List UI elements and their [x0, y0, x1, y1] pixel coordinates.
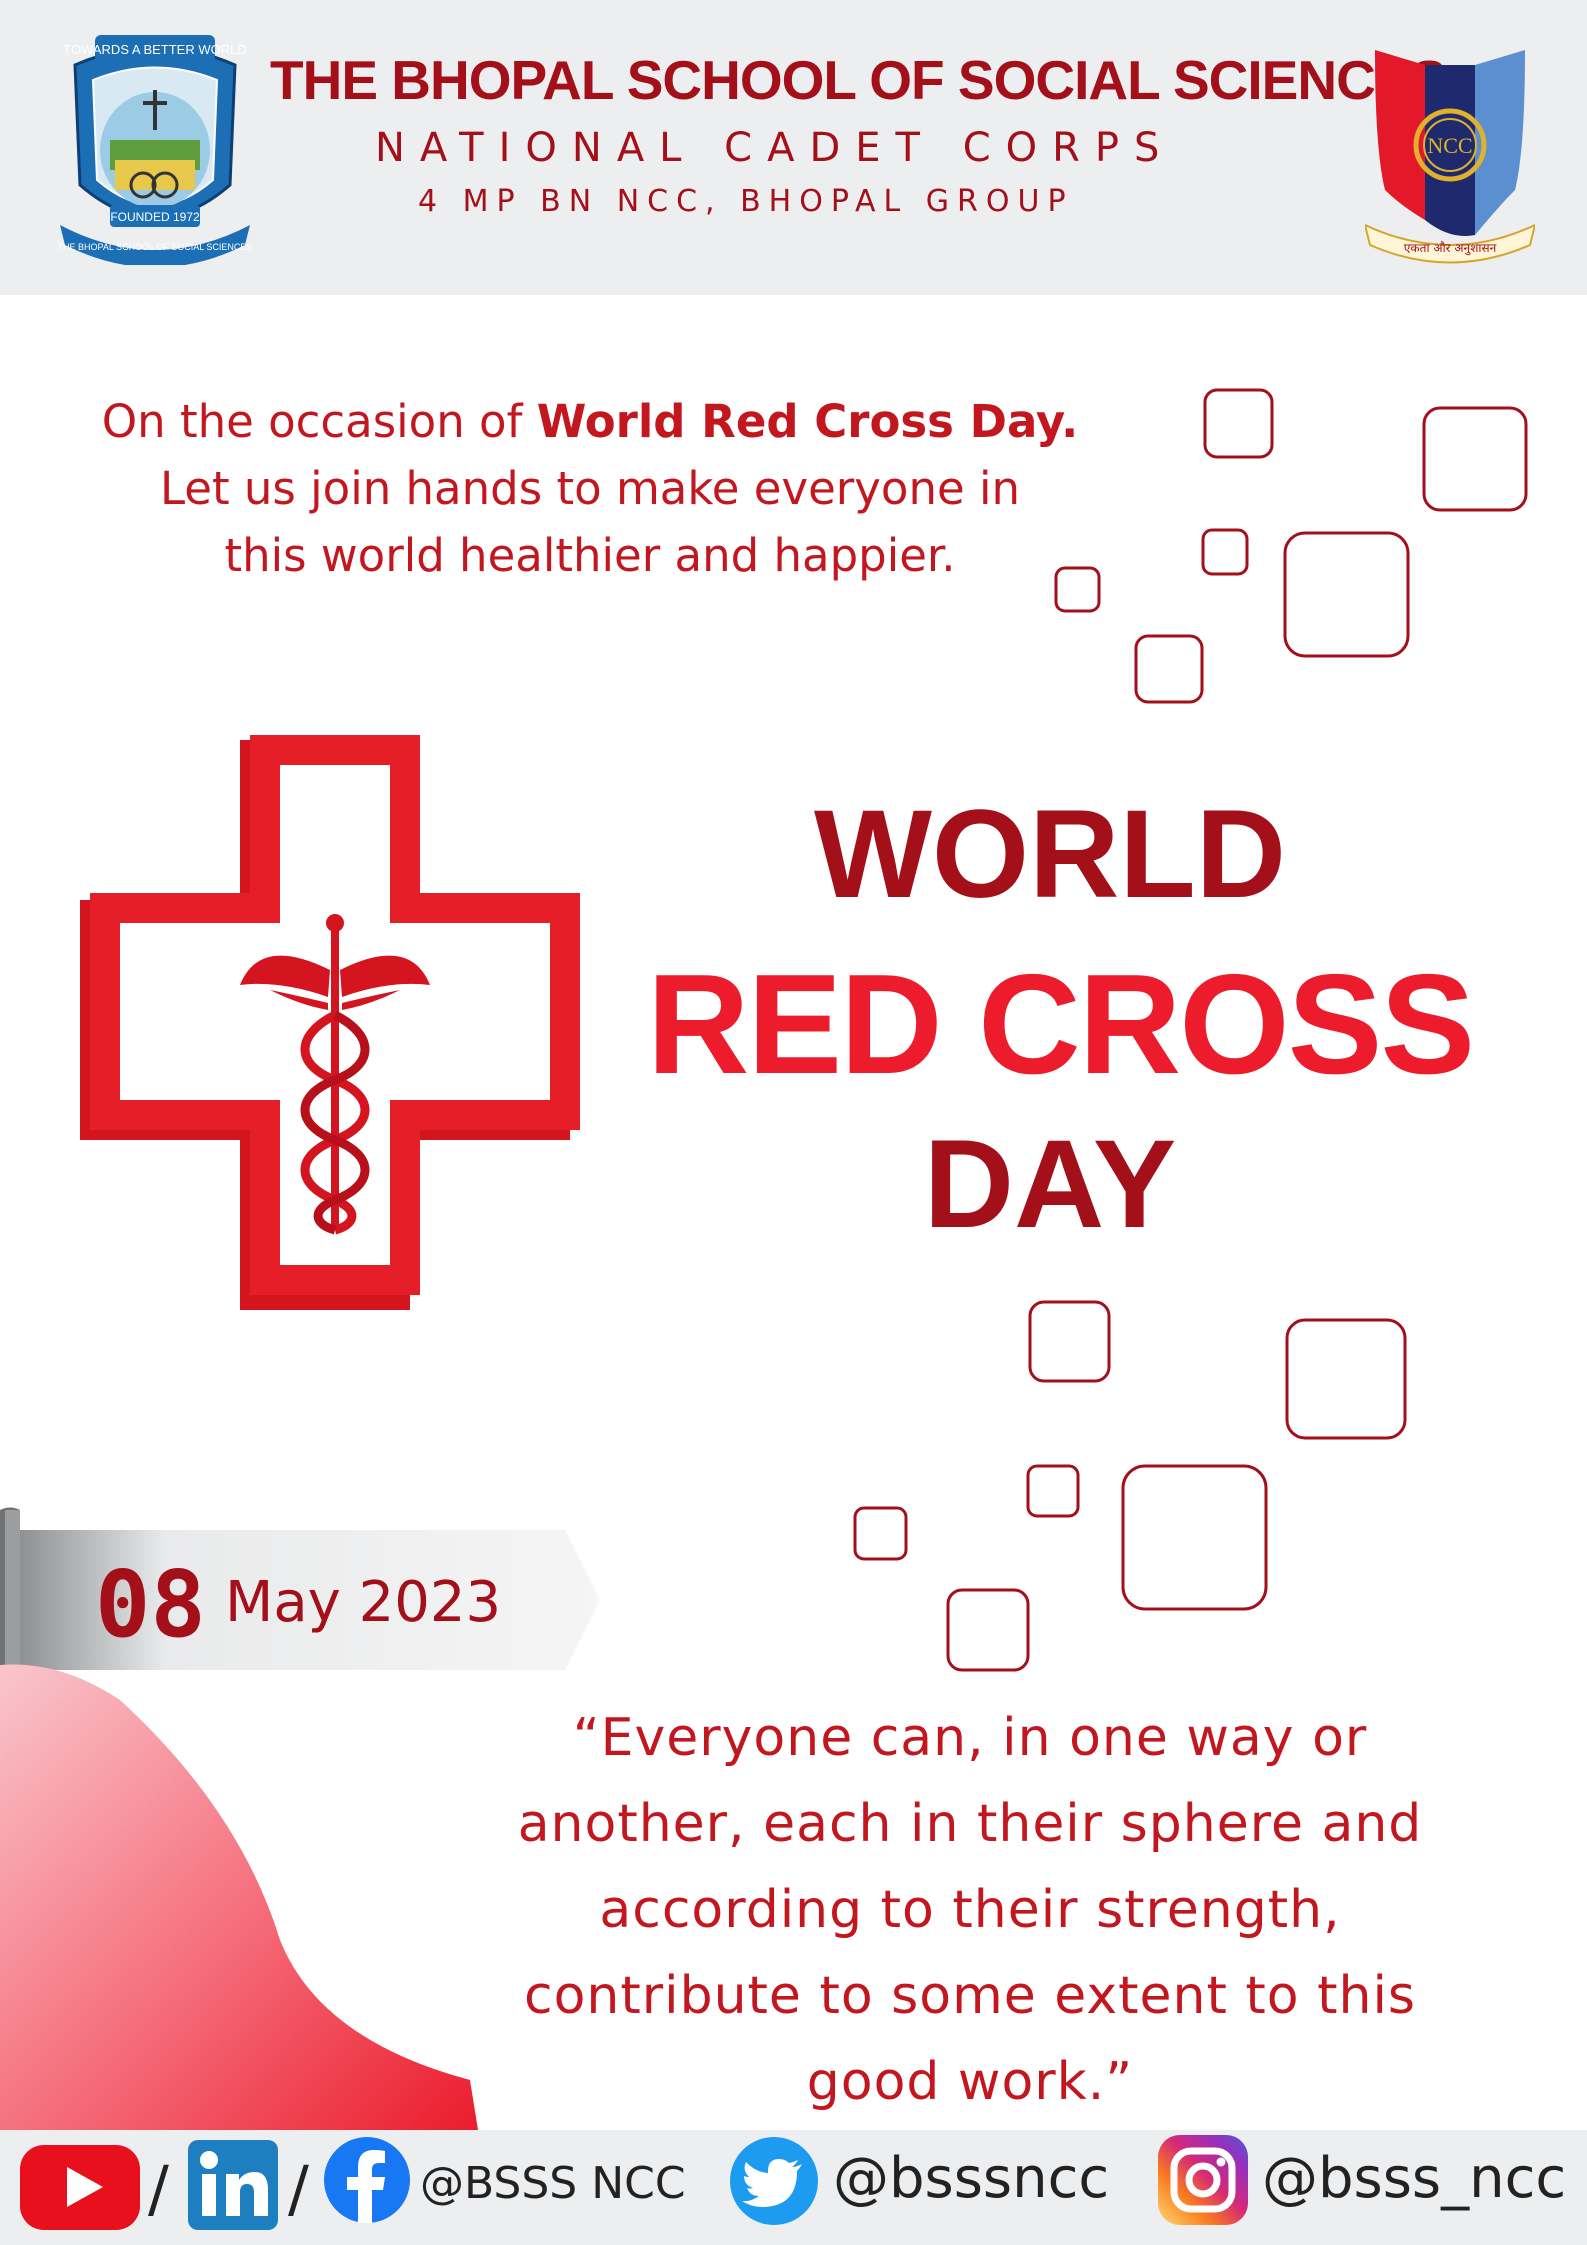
svg-text:TOWARDS A BETTER WORLD: TOWARDS A BETTER WORLD — [63, 42, 246, 57]
svg-text:एकता और अनुशासन: एकता और अनुशासन — [1404, 241, 1497, 256]
svg-text:FOUNDED 1972: FOUNDED 1972 — [110, 210, 200, 224]
date-month-year: May 2023 — [225, 1570, 502, 1635]
intro-line1: On the occasion of — [101, 395, 537, 448]
facebook-icon[interactable] — [322, 2135, 412, 2225]
twitter-handle[interactable]: @bsssncc — [833, 2146, 1109, 2211]
ncc-emblem: NCC एकता और अनुशासन — [1365, 50, 1535, 264]
title-red-cross: RED CROSS — [646, 945, 1475, 1104]
intro-highlight: World Red Cross Day. — [536, 395, 1079, 448]
twitter-icon[interactable] — [728, 2135, 820, 2227]
quote-line: good work.” — [806, 2052, 1134, 2112]
title-world: WORLD — [813, 785, 1287, 924]
svg-text:NCC: NCC — [1427, 133, 1472, 158]
quote-line: according to their strength, — [599, 1880, 1341, 1940]
intro-line3: this world healthier and happier. — [224, 529, 956, 582]
ncc-title: NATIONAL CADET CORPS — [375, 125, 1175, 171]
separator: / — [288, 2152, 309, 2225]
quote-line: contribute to some extent to this — [524, 1966, 1416, 2026]
quote: “Everyone can, in one way or another, ea… — [440, 1695, 1500, 2125]
instagram-handle[interactable]: @bsss_ncc — [1262, 2146, 1566, 2211]
facebook-handle[interactable]: @BSSS NCC — [420, 2158, 686, 2209]
quote-line: “Everyone can, in one way or — [572, 1708, 1368, 1768]
youtube-icon[interactable] — [20, 2145, 140, 2230]
school-name: THE BHOPAL SCHOOL OF SOCIAL SCIENCES — [270, 49, 1447, 111]
school-logo: TOWARDS A BETTER WORLD FOUNDED 1972 THE … — [58, 35, 253, 265]
title-day: DAY — [923, 1115, 1177, 1254]
decorative-blob — [0, 1664, 478, 2130]
intro-line2: Let us join hands to make everyone in — [159, 462, 1020, 515]
linkedin-icon[interactable] — [188, 2140, 278, 2230]
intro-text: On the occasion of World Red Cross Day. … — [40, 388, 1140, 589]
quote-line: another, each in their sphere and — [517, 1794, 1423, 1854]
red-cross-caduceus-icon — [80, 735, 580, 1310]
instagram-icon[interactable] — [1158, 2135, 1248, 2225]
battalion-line: 4 MP BN NCC, BHOPAL GROUP — [418, 184, 1074, 219]
svg-text:THE BHOPAL SCHOOL OF SOCIAL SC: THE BHOPAL SCHOOL OF SOCIAL SCIENCES — [58, 242, 253, 252]
date-day: 08 — [95, 1551, 206, 1658]
separator: / — [148, 2152, 169, 2225]
